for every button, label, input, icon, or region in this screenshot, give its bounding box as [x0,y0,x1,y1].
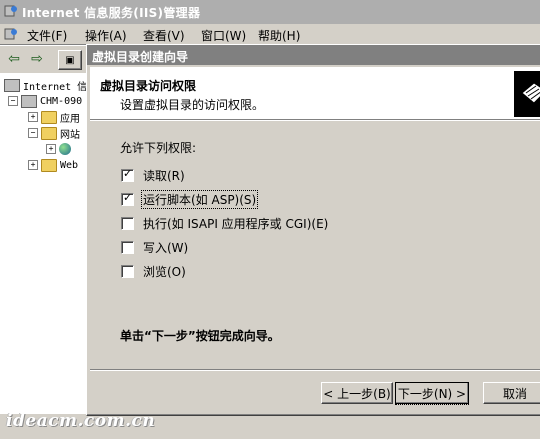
expand-icon[interactable]: + [46,144,56,154]
wizard-header-icon [514,71,540,117]
menu-bar: 文件(F) 操作(A) 查看(V) 窗口(W) 帮助(H) [0,24,540,45]
collapse-icon[interactable]: − [28,128,38,138]
tree-item-label: CHM-090 [40,95,83,107]
permission-execute-checkbox[interactable]: 执行(如 ISAPI 应用程序或 CGI)(E) [121,215,329,232]
tree-item-label: Internet 信 [23,81,87,93]
wizard-header-title: 虚拟目录访问权限 [100,79,197,93]
back-button[interactable]: < 上一步(B) [321,382,393,404]
folder-icon [41,110,57,124]
main-window-title: Internet 信息服务(IIS)管理器 [22,6,201,20]
tree-item[interactable]: + Web [28,157,78,173]
up-folder-icon[interactable]: ▣ [58,50,82,70]
checkbox-box[interactable] [121,241,134,254]
folder-icon [41,158,57,172]
permission-label[interactable]: 读取(R) [142,167,186,184]
wizard-title: 虚拟目录创建向导 [92,50,189,64]
checkbox-box[interactable] [121,265,134,278]
wizard-header: 虚拟目录访问权限 设置虚拟目录的访问权限。 [90,67,540,120]
permission-label[interactable]: 运行脚本(如 ASP)(S) [140,190,259,209]
menu-window[interactable]: 窗口(W) [201,27,246,44]
folder-icon [41,126,57,140]
wizard-title-bar[interactable]: 虚拟目录创建向导 [87,45,540,65]
tree-item-label: Web [60,159,79,171]
wizard-body: 允许下列权限: ✓ 读取(R) ✓ 运行脚本(如 ASP)(S) 执行(如 IS… [90,120,540,371]
permission-run-scripts-checkbox[interactable]: ✓ 运行脚本(如 ASP)(S) [121,190,259,209]
cancel-button[interactable]: 取消 [483,382,540,404]
button-separator [90,369,540,371]
permission-browse-checkbox[interactable]: 浏览(O) [121,263,187,280]
permission-label[interactable]: 浏览(O) [142,263,187,280]
forward-arrow-icon[interactable]: ⇨ [26,50,48,68]
checkbox-box[interactable] [121,217,134,230]
back-button-label: < 上一步(B) [323,386,391,401]
menu-help[interactable]: 帮助(H) [258,27,300,44]
expand-icon[interactable]: + [28,112,38,122]
iis-root-icon [4,78,20,92]
computer-icon [21,94,37,108]
permission-label[interactable]: 写入(W) [142,239,189,256]
tree-pane[interactable]: Internet 信 − CHM-090 + 应用 − 网站 + + Web [0,73,87,413]
tree-item[interactable]: − 网站 [28,125,80,141]
collapse-icon[interactable]: − [8,96,18,106]
tree-item-label: 应用 [60,113,80,125]
website-globe-icon [59,143,71,155]
wizard-header-subtitle: 设置虚拟目录的访问权限。 [120,98,265,112]
checkbox-box[interactable]: ✓ [121,191,134,206]
back-arrow-icon[interactable]: ⇦ [3,50,25,68]
next-button[interactable]: 下一步(N) > [394,381,470,405]
checkmark-icon: ✓ [123,191,133,204]
permission-read-checkbox[interactable]: ✓ 读取(R) [121,167,186,184]
virtual-directory-wizard-dialog: 虚拟目录创建向导 虚拟目录访问权限 设置虚拟目录的访问权限。 允许下列权限: ✓… [86,44,540,416]
next-button-label: 下一步(N) > [394,381,470,405]
wizard-instruction: 单击“下一步”按钮完成向导。 [120,329,280,343]
menu-view[interactable]: 查看(V) [143,27,185,44]
menu-action[interactable]: 操作(A) [85,27,127,44]
tree-item[interactable]: + 应用 [28,109,80,125]
tree-item[interactable]: − CHM-090 [8,93,82,109]
checkbox-box[interactable]: ✓ [121,167,134,182]
tree-item[interactable]: Internet 信 [4,77,87,93]
main-title-bar[interactable]: Internet 信息服务(IIS)管理器 [0,0,540,24]
window-menu-icon[interactable] [4,27,18,41]
expand-icon[interactable]: + [28,160,38,170]
menu-file[interactable]: 文件(F) [27,27,67,44]
tree-item-label: 网站 [60,129,80,141]
checkmark-icon: ✓ [123,167,133,180]
permissions-prompt: 允许下列权限: [120,141,197,155]
permission-write-checkbox[interactable]: 写入(W) [121,239,189,256]
iis-app-icon [4,5,17,17]
cancel-button-label: 取消 [502,386,527,401]
permission-label[interactable]: 执行(如 ISAPI 应用程序或 CGI)(E) [142,215,329,232]
tree-item[interactable]: + [46,141,74,157]
